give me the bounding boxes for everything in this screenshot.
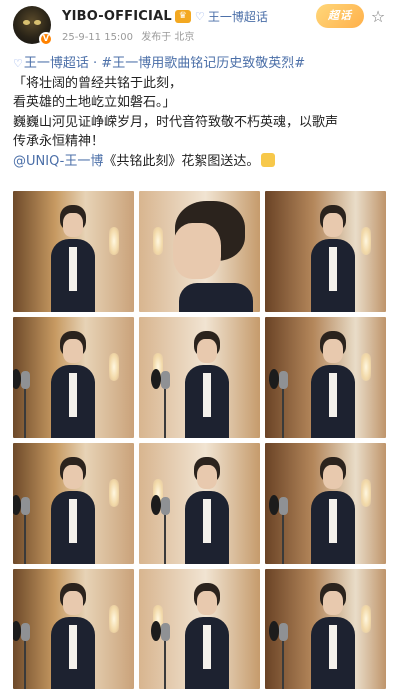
mic-stand bbox=[282, 639, 284, 689]
post-location: 发布于 北京 bbox=[141, 32, 195, 43]
person-face bbox=[197, 339, 217, 363]
supertopic-link[interactable]: 王一博超话 bbox=[208, 8, 268, 25]
wall-lamp bbox=[109, 479, 119, 507]
pop-filter bbox=[269, 369, 279, 389]
mic-stand bbox=[282, 387, 284, 438]
microphone-icon bbox=[21, 371, 30, 389]
supertopic-tag[interactable]: 王一博超话 bbox=[24, 56, 89, 71]
gallery-photo[interactable] bbox=[13, 443, 134, 564]
person-face bbox=[197, 591, 217, 615]
wall-lamp bbox=[361, 227, 371, 255]
wall-lamp bbox=[361, 353, 371, 381]
mention-text: 《共铭此刻》花絮图送达。 bbox=[103, 153, 260, 169]
microphone-icon bbox=[21, 497, 30, 515]
gallery-photo[interactable] bbox=[139, 443, 260, 564]
mic-stand bbox=[164, 639, 166, 689]
person-face bbox=[323, 339, 343, 363]
name-row: YIBO-OFFICIAL ♛ ♡ 王一博超话 bbox=[62, 7, 268, 25]
post-content: ♡王一博超话 · #王一博用歌曲铭记历史致敬英烈# 「将壮阔的曾经共铭于此刻， … bbox=[13, 54, 389, 171]
mic-stand bbox=[24, 513, 26, 564]
photo-grid bbox=[13, 191, 387, 689]
person-shirt bbox=[69, 247, 77, 291]
person-face bbox=[63, 339, 83, 363]
person-shirt bbox=[69, 373, 77, 417]
person-shirt bbox=[203, 499, 211, 543]
post-meta: 25-9-11 15:00 发布于 北京 bbox=[62, 28, 199, 43]
gallery-photo[interactable] bbox=[265, 569, 386, 689]
gallery-photo[interactable] bbox=[139, 569, 260, 689]
post-header: V YIBO-OFFICIAL ♛ ♡ 王一博超话 25-9-11 15:00 … bbox=[0, 0, 400, 50]
person-face bbox=[323, 213, 343, 237]
content-line: 传承永恒精神！ bbox=[13, 134, 105, 149]
content-line: 看英雄的土地屹立如磐石。」 bbox=[13, 95, 176, 110]
gallery-photo[interactable] bbox=[139, 191, 260, 312]
pop-filter bbox=[151, 621, 161, 641]
pop-filter bbox=[151, 369, 161, 389]
wall-lamp bbox=[109, 227, 119, 255]
wall-lamp bbox=[109, 605, 119, 633]
separator: · bbox=[88, 56, 102, 71]
crown-icon: ♛ bbox=[174, 9, 191, 23]
person-face bbox=[323, 465, 343, 489]
content-line: 巍巍山河见证峥嵘岁月，时代音符致敬不朽英魂，以歌声 bbox=[13, 114, 339, 130]
content-line: 「将壮阔的曾经共铭于此刻， bbox=[13, 75, 183, 91]
mic-stand bbox=[164, 387, 166, 438]
wall-lamp bbox=[361, 479, 371, 507]
microphone-icon bbox=[21, 623, 30, 641]
person-shirt bbox=[203, 625, 211, 669]
pop-filter bbox=[151, 495, 161, 515]
microphone-icon bbox=[161, 497, 170, 515]
person-face bbox=[323, 591, 343, 615]
mic-stand bbox=[282, 513, 284, 564]
wall-lamp bbox=[153, 227, 163, 255]
wall-lamp bbox=[361, 605, 371, 633]
content-line-topic: ♡王一博超话 · #王一博用歌曲铭记历史致敬英烈# bbox=[13, 54, 389, 74]
microphone-icon bbox=[279, 623, 288, 641]
person-face bbox=[63, 213, 83, 237]
supertopic-badge[interactable]: 超话 bbox=[316, 4, 364, 28]
wall-lamp bbox=[109, 353, 119, 381]
microphone-icon bbox=[279, 497, 288, 515]
gallery-photo[interactable] bbox=[13, 317, 134, 438]
person-shirt bbox=[329, 247, 337, 291]
star-icon[interactable]: ☆ bbox=[369, 8, 387, 26]
post-time: 25-9-11 15:00 bbox=[62, 32, 134, 43]
person-shirt bbox=[329, 499, 337, 543]
supertopic-icon: ♡ bbox=[194, 9, 205, 23]
mic-stand bbox=[24, 387, 26, 438]
content-line-mention: @UNIQ-王一博《共铭此刻》花絮图送达。 bbox=[13, 152, 389, 172]
gallery-photo[interactable] bbox=[139, 317, 260, 438]
person-body bbox=[179, 283, 253, 312]
hashtag-link[interactable]: #王一博用歌曲铭记历史致敬英烈# bbox=[101, 56, 305, 71]
person-shirt bbox=[329, 373, 337, 417]
gallery-photo[interactable] bbox=[265, 191, 386, 312]
gallery-photo[interactable] bbox=[265, 317, 386, 438]
pop-filter bbox=[269, 621, 279, 641]
person-face bbox=[63, 465, 83, 489]
person-face bbox=[197, 465, 217, 489]
gallery-photo[interactable] bbox=[13, 191, 134, 312]
microphone-icon bbox=[279, 371, 288, 389]
mic-stand bbox=[164, 513, 166, 564]
person-face bbox=[63, 591, 83, 615]
person-shirt bbox=[69, 625, 77, 669]
supertopic-tag-icon: ♡ bbox=[13, 57, 23, 70]
mic-stand bbox=[24, 639, 26, 689]
person-shirt bbox=[203, 373, 211, 417]
username[interactable]: YIBO-OFFICIAL bbox=[62, 9, 172, 24]
verified-icon: V bbox=[39, 32, 53, 46]
gallery-photo[interactable] bbox=[13, 569, 134, 689]
gallery-photo[interactable] bbox=[265, 443, 386, 564]
avatar-eye bbox=[23, 20, 30, 25]
person-shirt bbox=[329, 625, 337, 669]
person-shirt bbox=[69, 499, 77, 543]
microphone-icon bbox=[161, 623, 170, 641]
mention-link[interactable]: @UNIQ-王一博 bbox=[13, 154, 103, 169]
pop-filter bbox=[269, 495, 279, 515]
emoji-icon bbox=[261, 152, 276, 167]
avatar-eye bbox=[34, 20, 41, 25]
microphone-icon bbox=[161, 371, 170, 389]
person-face bbox=[173, 223, 221, 279]
